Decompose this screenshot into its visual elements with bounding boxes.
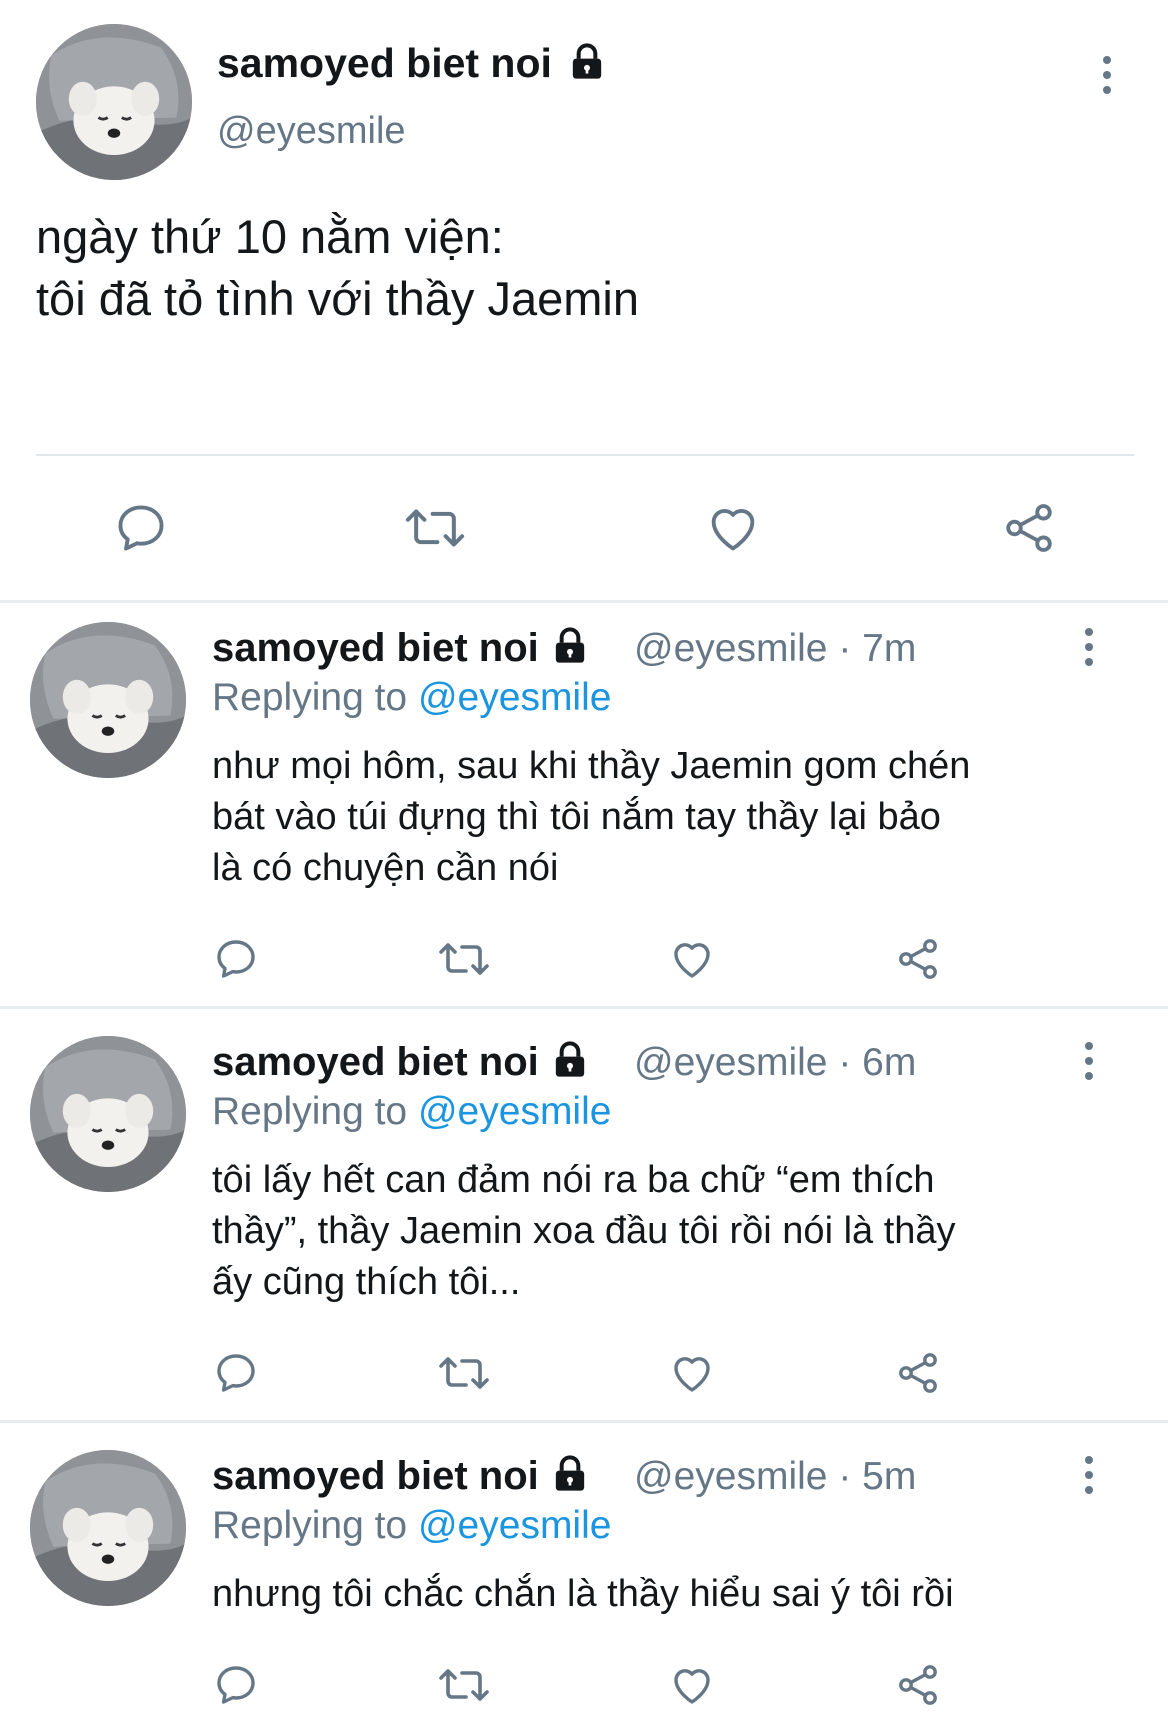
- timestamp[interactable]: 5m: [862, 1455, 916, 1498]
- display-name-text: samoyed biet noi: [212, 1454, 539, 1498]
- share-button[interactable]: [892, 1348, 944, 1398]
- lock-icon: [555, 1041, 585, 1078]
- avatar[interactable]: [36, 24, 192, 180]
- retweet-button[interactable]: [402, 498, 468, 558]
- tweet-meta: @eyesmile · 5m: [634, 1455, 916, 1499]
- reply-button[interactable]: [108, 498, 174, 558]
- retweet-icon: [439, 1669, 489, 1701]
- tweet-meta: @eyesmile · 7m: [634, 627, 916, 671]
- retweet-icon: [439, 1357, 489, 1389]
- tweet-text-line: như mọi hôm, sau khi thầy Jaemin gom ché…: [212, 745, 971, 787]
- replying-to-label: Replying to: [212, 676, 408, 719]
- heart-icon: [674, 1669, 710, 1704]
- timestamp[interactable]: 7m: [862, 627, 916, 670]
- reply-icon: [217, 940, 255, 978]
- replying-to: Replying to @eyesmile: [212, 1090, 611, 1134]
- share-icon: [1006, 504, 1052, 552]
- tweet-text-line: thầy”, thầy Jaemin xoa đầu tôi rồi nói l…: [212, 1210, 956, 1252]
- tweet-text-line: ấy cũng thích tôi...: [212, 1261, 521, 1303]
- lock-icon: [555, 627, 585, 664]
- replying-to: Replying to @eyesmile: [212, 676, 611, 720]
- handle[interactable]: @eyesmile: [634, 627, 827, 670]
- tweet-text-line: ngày thứ 10 nằm viện:: [36, 210, 504, 263]
- handle[interactable]: @eyesmile: [217, 110, 406, 153]
- tweet-text: nhưng tôi chắc chắn là thầy hiểu sai ý t…: [212, 1569, 1112, 1620]
- meta-separator: ·: [838, 1455, 852, 1498]
- more-vertical-icon[interactable]: [1084, 628, 1094, 673]
- lock-icon: [555, 1455, 585, 1492]
- reply-icon: [118, 505, 164, 551]
- like-button[interactable]: [700, 498, 766, 558]
- replying-to-label: Replying to: [212, 1090, 408, 1133]
- reply-button[interactable]: [210, 1660, 262, 1710]
- like-button[interactable]: [666, 1348, 718, 1398]
- display-name-text: samoyed biet noi: [212, 1040, 539, 1084]
- retweet-button[interactable]: [436, 934, 492, 984]
- tweet-text: tôi lấy hết can đảm nói ra ba chữ “em th…: [212, 1155, 1112, 1308]
- divider: [36, 454, 1134, 456]
- samoyed-avatar-image: [30, 1036, 186, 1192]
- retweet-button[interactable]: [436, 1348, 492, 1398]
- reply-button[interactable]: [210, 1348, 262, 1398]
- share-icon: [899, 1665, 937, 1705]
- tweet-separator: [0, 1420, 1168, 1423]
- tweet-text: ngày thứ 10 nằm viện: tôi đã tỏ tình với…: [36, 206, 639, 330]
- heart-icon: [674, 943, 710, 978]
- reply-icon: [217, 1666, 255, 1704]
- handle[interactable]: @eyesmile: [634, 1455, 827, 1498]
- handle[interactable]: @eyesmile: [634, 1041, 827, 1084]
- retweet-icon: [405, 509, 465, 547]
- share-icon: [899, 1353, 937, 1393]
- more-vertical-icon[interactable]: [1084, 1456, 1094, 1501]
- meta-separator: ·: [838, 627, 852, 670]
- tweet-meta: @eyesmile · 6m: [634, 1041, 916, 1085]
- like-button[interactable]: [666, 934, 718, 984]
- mention-link[interactable]: @eyesmile: [418, 1090, 611, 1133]
- heart-icon: [674, 1357, 710, 1392]
- replying-to-label: Replying to: [212, 1504, 408, 1547]
- display-name[interactable]: samoyed biet noi: [217, 40, 607, 87]
- tweet-text-line: bát vào túi đựng thì tôi nắm tay thầy lạ…: [212, 796, 941, 838]
- tweet-text-line: là có chuyện cần nói: [212, 847, 559, 889]
- samoyed-avatar-image: [36, 24, 192, 180]
- lock-icon: [573, 43, 602, 79]
- retweet-icon: [439, 943, 489, 975]
- tweet-separator: [0, 1006, 1168, 1009]
- share-icon: [899, 939, 937, 979]
- like-button[interactable]: [666, 1660, 718, 1710]
- avatar[interactable]: [30, 1450, 186, 1606]
- share-button[interactable]: [892, 934, 944, 984]
- reply-button[interactable]: [210, 934, 262, 984]
- more-vertical-icon[interactable]: [1084, 1042, 1094, 1087]
- heart-icon: [711, 509, 755, 551]
- timestamp[interactable]: 6m: [862, 1041, 916, 1084]
- tweet-text: như mọi hôm, sau khi thầy Jaemin gom ché…: [212, 741, 1112, 894]
- retweet-button[interactable]: [436, 1660, 492, 1710]
- replying-to: Replying to @eyesmile: [212, 1504, 611, 1548]
- share-button[interactable]: [996, 498, 1062, 558]
- display-name[interactable]: samoyed biet noi: [212, 1040, 590, 1085]
- reply-icon: [217, 1354, 255, 1392]
- tweet-text-line: tôi đã tỏ tình với thầy Jaemin: [36, 272, 639, 325]
- share-button[interactable]: [892, 1660, 944, 1710]
- tweet-separator: [0, 600, 1168, 603]
- tweet-text-line: tôi lấy hết can đảm nói ra ba chữ “em th…: [212, 1159, 935, 1201]
- display-name-text: samoyed biet noi: [217, 40, 552, 86]
- meta-separator: ·: [838, 1041, 852, 1084]
- display-name[interactable]: samoyed biet noi: [212, 1454, 590, 1499]
- more-vertical-icon[interactable]: [1102, 56, 1112, 101]
- mention-link[interactable]: @eyesmile: [418, 1504, 611, 1547]
- samoyed-avatar-image: [30, 622, 186, 778]
- display-name-text: samoyed biet noi: [212, 626, 539, 670]
- avatar[interactable]: [30, 1036, 186, 1192]
- avatar[interactable]: [30, 622, 186, 778]
- display-name[interactable]: samoyed biet noi: [212, 626, 590, 671]
- mention-link[interactable]: @eyesmile: [418, 676, 611, 719]
- tweet-text-line: nhưng tôi chắc chắn là thầy hiểu sai ý t…: [212, 1573, 954, 1615]
- samoyed-avatar-image: [30, 1450, 186, 1606]
